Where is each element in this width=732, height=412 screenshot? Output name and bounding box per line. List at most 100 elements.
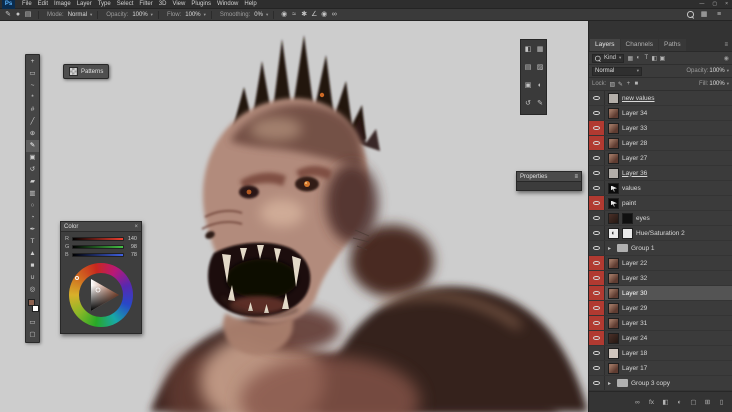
layer-row-layer-27[interactable]: Layer 27 [589,151,732,166]
layer-row-layer-36[interactable]: Layer 36 [589,166,732,181]
eye-icon[interactable] [593,185,600,191]
layer-thumbnail[interactable] [608,137,619,149]
new-layer-icon[interactable]: ⊞ [702,398,713,406]
eye-icon[interactable] [593,350,600,356]
eye-icon[interactable] [593,125,600,131]
color-wheel[interactable] [69,263,133,327]
layer-name[interactable]: Layer 32 [622,275,647,282]
size-pressure-icon[interactable]: ◉ [319,9,329,20]
menu-3d[interactable]: 3D [156,0,170,9]
delete-layer-icon[interactable]: ▯ [716,398,727,406]
layer-row-new-values[interactable]: new values [589,91,732,106]
layer-thumbnail[interactable] [608,272,619,284]
channel-value[interactable]: 98 [126,244,137,250]
layer-name[interactable]: Layer 33 [622,125,647,132]
tool-marquee[interactable]: ▭ [26,68,39,80]
layer-visibility-cell[interactable] [589,331,605,345]
eye-icon[interactable] [593,275,600,281]
link-layers-icon[interactable]: ∞ [632,399,643,406]
layer-visibility-cell[interactable] [589,211,605,225]
layer-row-layer-17[interactable]: Layer 17 [589,361,732,376]
libraries-panel-icon[interactable]: ▣ [522,77,534,95]
layer-thumbnail[interactable] [608,347,619,359]
tool-type[interactable]: T [26,236,39,248]
layer-visibility-cell[interactable] [589,346,605,360]
airbrush-icon[interactable]: ≈ [289,9,299,20]
layer-thumbnail[interactable] [608,302,619,314]
channel-value[interactable]: 140 [126,236,137,242]
blend-mode-dropdown[interactable]: Normal ▾ [592,66,642,76]
foreground-color-swatch[interactable] [28,299,35,306]
new-adjustment-layer-icon[interactable]: ◐ [674,399,685,406]
opacity-pressure-icon[interactable]: ◉ [279,9,289,20]
menu-select[interactable]: Select [114,0,137,9]
layer-visibility-cell[interactable] [589,256,605,270]
menu-type[interactable]: Type [95,0,114,9]
paint-symmetry-icon[interactable]: ∞ [329,9,339,20]
tool-move[interactable]: + [26,56,39,68]
tool-dodge[interactable]: ◔ [26,212,39,224]
layer-name[interactable]: Layer 28 [622,140,647,147]
brushes-panel-icon[interactable]: ✎ [534,95,546,113]
slider-track[interactable] [72,245,124,249]
layer-mask-thumbnail[interactable] [622,212,633,224]
eye-icon[interactable] [593,155,600,161]
layer-row-layer-28[interactable]: Layer 28 [589,136,732,151]
layer-row-group-1[interactable]: ▸ Group 1 [589,241,732,256]
tool-healing[interactable]: ⊕ [26,128,39,140]
close-icon[interactable]: × [134,224,138,230]
layer-row-layer-31[interactable]: Layer 31 [589,316,732,331]
layer-visibility-cell[interactable] [589,181,605,195]
color-panel-header[interactable]: Color × [61,222,141,232]
lock-position-icon[interactable]: + [624,81,632,87]
layer-thumbnail[interactable] [608,212,619,224]
layer-thumbnail[interactable] [608,317,619,329]
hue-marker[interactable] [75,276,79,280]
eye-icon[interactable] [593,335,600,341]
tool-shape[interactable]: ■ [26,260,39,272]
add-layer-mask-icon[interactable]: ◧ [660,398,671,406]
gradients-panel-icon[interactable]: ▤ [522,59,534,77]
eye-icon[interactable] [593,140,600,146]
layer-row-layer-24[interactable]: Layer 24 [589,331,732,346]
layer-name[interactable]: values [622,185,641,192]
layer-row-layer-34[interactable]: Layer 34 [589,106,732,121]
tool-path-select[interactable]: ▲ [26,248,39,260]
layer-name[interactable]: Layer 31 [622,320,647,327]
arrange-documents-icon[interactable]: ▦ [699,9,709,20]
layer-fill-value[interactable]: 100% [709,81,724,87]
layer-row-hue-saturation-2[interactable]: Hue/Saturation 2 [589,226,732,241]
layer-row-group-3-copy[interactable]: ▸ Group 3 copy [589,376,732,391]
layer-name[interactable]: Layer 34 [622,110,647,117]
layer-visibility-cell[interactable] [589,196,605,210]
new-group-icon[interactable]: ▢ [688,398,699,406]
tool-eraser[interactable]: ▰ [26,176,39,188]
menu-edit[interactable]: Edit [35,0,51,9]
workspace-icon[interactable]: ≡ [714,9,724,20]
tool-object-select[interactable]: * [26,92,39,104]
mode-dropdown[interactable]: Normal [68,12,87,18]
menu-view[interactable]: View [169,0,188,9]
lock-pixels-icon[interactable]: ✎ [616,81,624,88]
lock-transparency-icon[interactable]: ▨ [608,81,616,88]
menu-image[interactable]: Image [51,0,74,9]
search-icon[interactable] [687,11,694,18]
layer-visibility-cell[interactable] [589,121,605,135]
layer-name[interactable]: Layer 30 [622,290,647,297]
panel-menu-icon[interactable]: ≡ [720,39,732,51]
filter-shape-layers-icon[interactable]: ◧ [650,55,658,62]
layer-row-layer-30[interactable]: Layer 30 [589,286,732,301]
layer-row-layer-22[interactable]: Layer 22 [589,256,732,271]
eye-icon[interactable] [593,95,600,101]
smoothing-dropdown[interactable]: 0% [254,12,263,18]
layer-thumbnail[interactable] [608,362,619,374]
adjustments-panel-icon[interactable]: ◐ [534,77,546,95]
filter-type-layers-icon[interactable]: T [642,55,650,61]
menu-plugins[interactable]: Plugins [188,0,214,9]
minimize-icon[interactable]: — [695,0,708,9]
layer-name[interactable]: Layer 17 [622,365,647,372]
layer-row-eyes[interactable]: eyes [589,211,732,226]
layer-name[interactable]: Layer 27 [622,155,647,162]
lock-all-icon[interactable]: ■ [632,81,640,87]
tool-blur[interactable]: ○ [26,200,39,212]
